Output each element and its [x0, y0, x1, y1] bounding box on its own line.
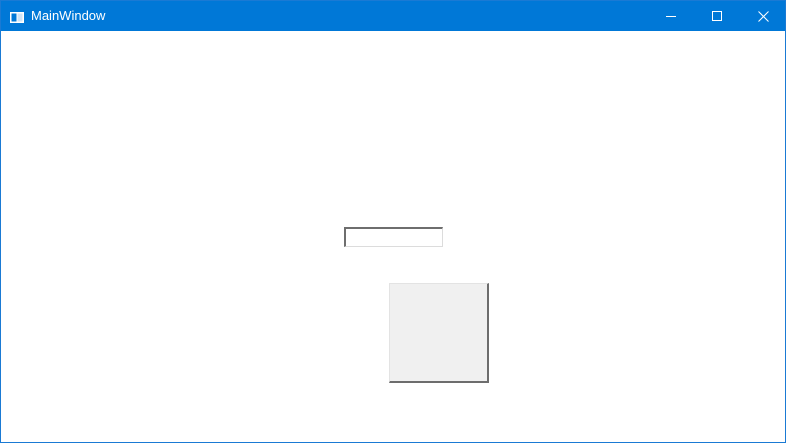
maximize-icon: [712, 11, 722, 21]
text-input[interactable]: [344, 227, 443, 247]
minimize-button[interactable]: [648, 1, 694, 31]
window-title: MainWindow: [31, 8, 106, 23]
push-button[interactable]: [389, 283, 489, 383]
title-bar[interactable]: MainWindow: [1, 1, 785, 31]
close-button[interactable]: [740, 1, 786, 31]
close-icon: [757, 10, 769, 22]
window-client-area: [1, 31, 785, 442]
main-window: MainWindow: [0, 0, 786, 443]
window-app-icon: [10, 10, 24, 23]
maximize-button[interactable]: [694, 1, 740, 31]
minimize-icon: [666, 11, 676, 21]
